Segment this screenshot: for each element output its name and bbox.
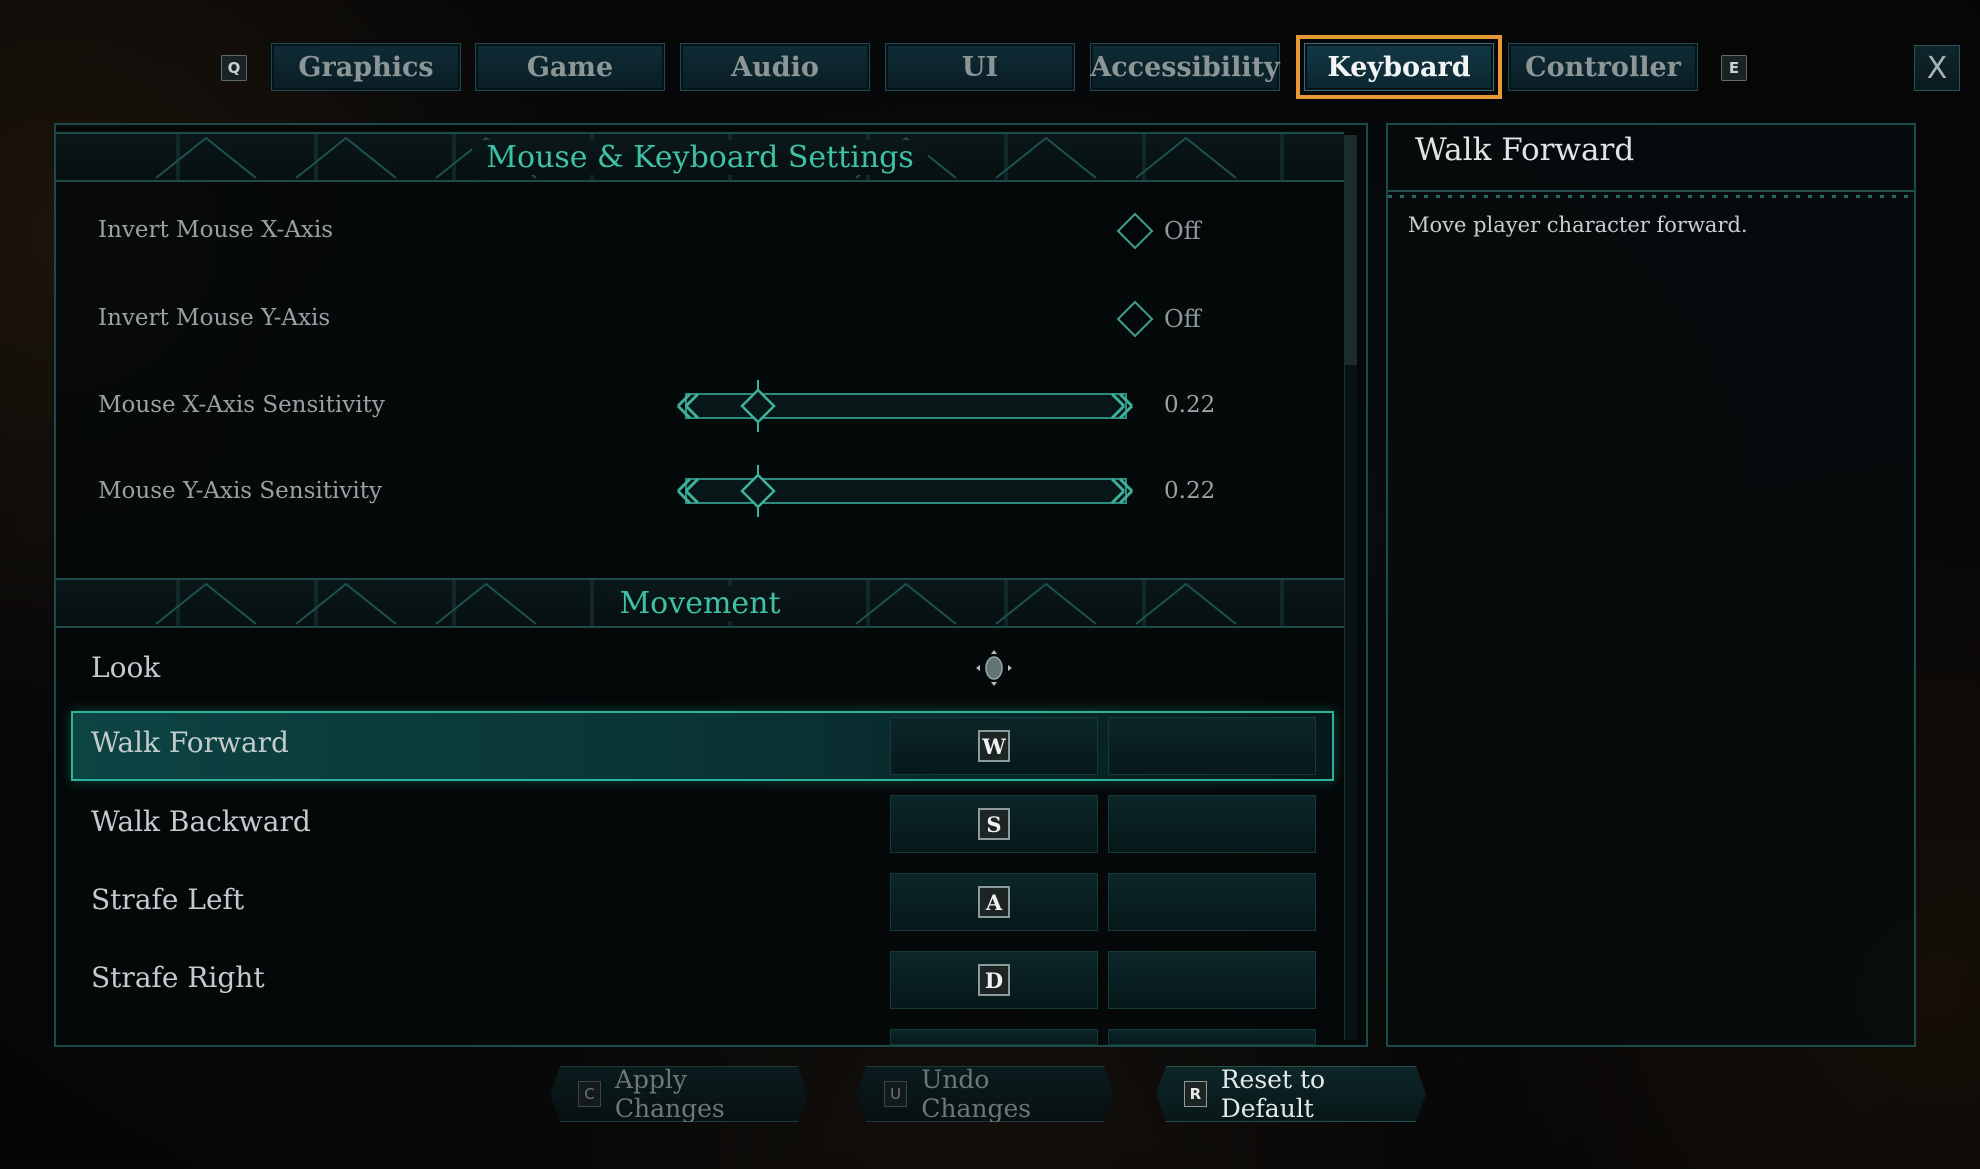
button-label: Apply Changes — [614, 1065, 725, 1123]
primary-binding-slot[interactable]: S — [890, 795, 1098, 853]
tab-accessibility[interactable]: Accessibility — [1090, 43, 1280, 91]
key-hint: C — [578, 1081, 601, 1107]
tab-ui[interactable]: UI — [885, 43, 1075, 91]
sens-x-slider[interactable] — [656, 378, 1154, 434]
section-header-movement: Movement — [56, 578, 1344, 628]
binding-label: Walk Forward — [91, 726, 289, 759]
scrollbar-thumb[interactable] — [1345, 135, 1357, 365]
keycap: A — [978, 886, 1010, 918]
keycap: S — [978, 808, 1010, 840]
section-header-mouse-keyboard: Mouse & Keyboard Settings — [56, 132, 1344, 182]
sens-y-slider[interactable] — [656, 463, 1154, 519]
binding-label: Strafe Right — [91, 961, 265, 994]
primary-binding-slot[interactable]: A — [890, 873, 1098, 931]
next-tab-key-hint[interactable]: E — [1721, 55, 1747, 81]
keycap: W — [978, 730, 1010, 762]
sens-x-value: 0.22 — [1164, 392, 1216, 418]
tab-controller[interactable]: Controller — [1508, 43, 1698, 91]
secondary-binding-slot[interactable] — [1108, 717, 1316, 775]
section-title: Movement — [605, 585, 795, 621]
button-label: Reset to Default — [1220, 1065, 1326, 1123]
tab-audio[interactable]: Audio — [680, 43, 870, 91]
primary-binding-slot[interactable]: D — [890, 951, 1098, 1009]
invert-y-value: Off — [1164, 305, 1201, 333]
keycap: D — [978, 964, 1010, 996]
sens-y-value: 0.22 — [1164, 478, 1216, 504]
invert-y-label: Invert Mouse Y-Axis — [98, 305, 331, 331]
info-description: Move player character forward. — [1408, 213, 1748, 237]
button-label: Undo Changes — [921, 1065, 1032, 1123]
invert-x-toggle[interactable]: Off — [1116, 212, 1201, 250]
undo-changes-button[interactable]: U Undo Changes — [856, 1066, 1114, 1122]
primary-binding-slot[interactable] — [890, 1029, 1098, 1045]
close-button[interactable]: X — [1914, 45, 1960, 91]
secondary-binding-slot[interactable] — [1108, 795, 1316, 853]
sens-x-label: Mouse X-Axis Sensitivity — [98, 392, 385, 418]
diamond-icon — [1116, 300, 1154, 338]
section-title: Mouse & Keyboard Settings — [472, 139, 928, 175]
prev-tab-key-hint[interactable]: Q — [221, 55, 247, 81]
binding-label: Strafe Left — [91, 883, 245, 916]
invert-y-toggle[interactable]: Off — [1116, 300, 1201, 338]
invert-x-value: Off — [1164, 217, 1201, 245]
info-panel — [1386, 123, 1916, 1047]
secondary-binding-slot[interactable] — [1108, 1029, 1316, 1045]
apply-changes-button[interactable]: C Apply Changes — [550, 1066, 808, 1122]
diamond-icon — [1116, 212, 1154, 250]
info-divider — [1388, 190, 1914, 200]
key-hint: U — [884, 1081, 907, 1107]
mouse-move-icon — [976, 650, 1012, 686]
secondary-binding-slot[interactable] — [1108, 873, 1316, 931]
secondary-binding-slot[interactable] — [1108, 951, 1316, 1009]
tab-keyboard[interactable]: Keyboard — [1296, 35, 1502, 99]
sens-y-label: Mouse Y-Axis Sensitivity — [98, 478, 382, 504]
key-hint: R — [1184, 1081, 1207, 1107]
tab-game[interactable]: Game — [475, 43, 665, 91]
primary-binding-slot[interactable]: W — [890, 717, 1098, 775]
reset-to-default-button[interactable]: R Reset to Default — [1156, 1066, 1426, 1122]
invert-x-label: Invert Mouse X-Axis — [98, 217, 334, 243]
tab-graphics[interactable]: Graphics — [271, 43, 461, 91]
scrollbar[interactable] — [1344, 135, 1357, 1040]
look-label: Look — [91, 651, 161, 684]
binding-label: Walk Backward — [91, 805, 311, 838]
info-title: Walk Forward — [1415, 132, 1635, 168]
